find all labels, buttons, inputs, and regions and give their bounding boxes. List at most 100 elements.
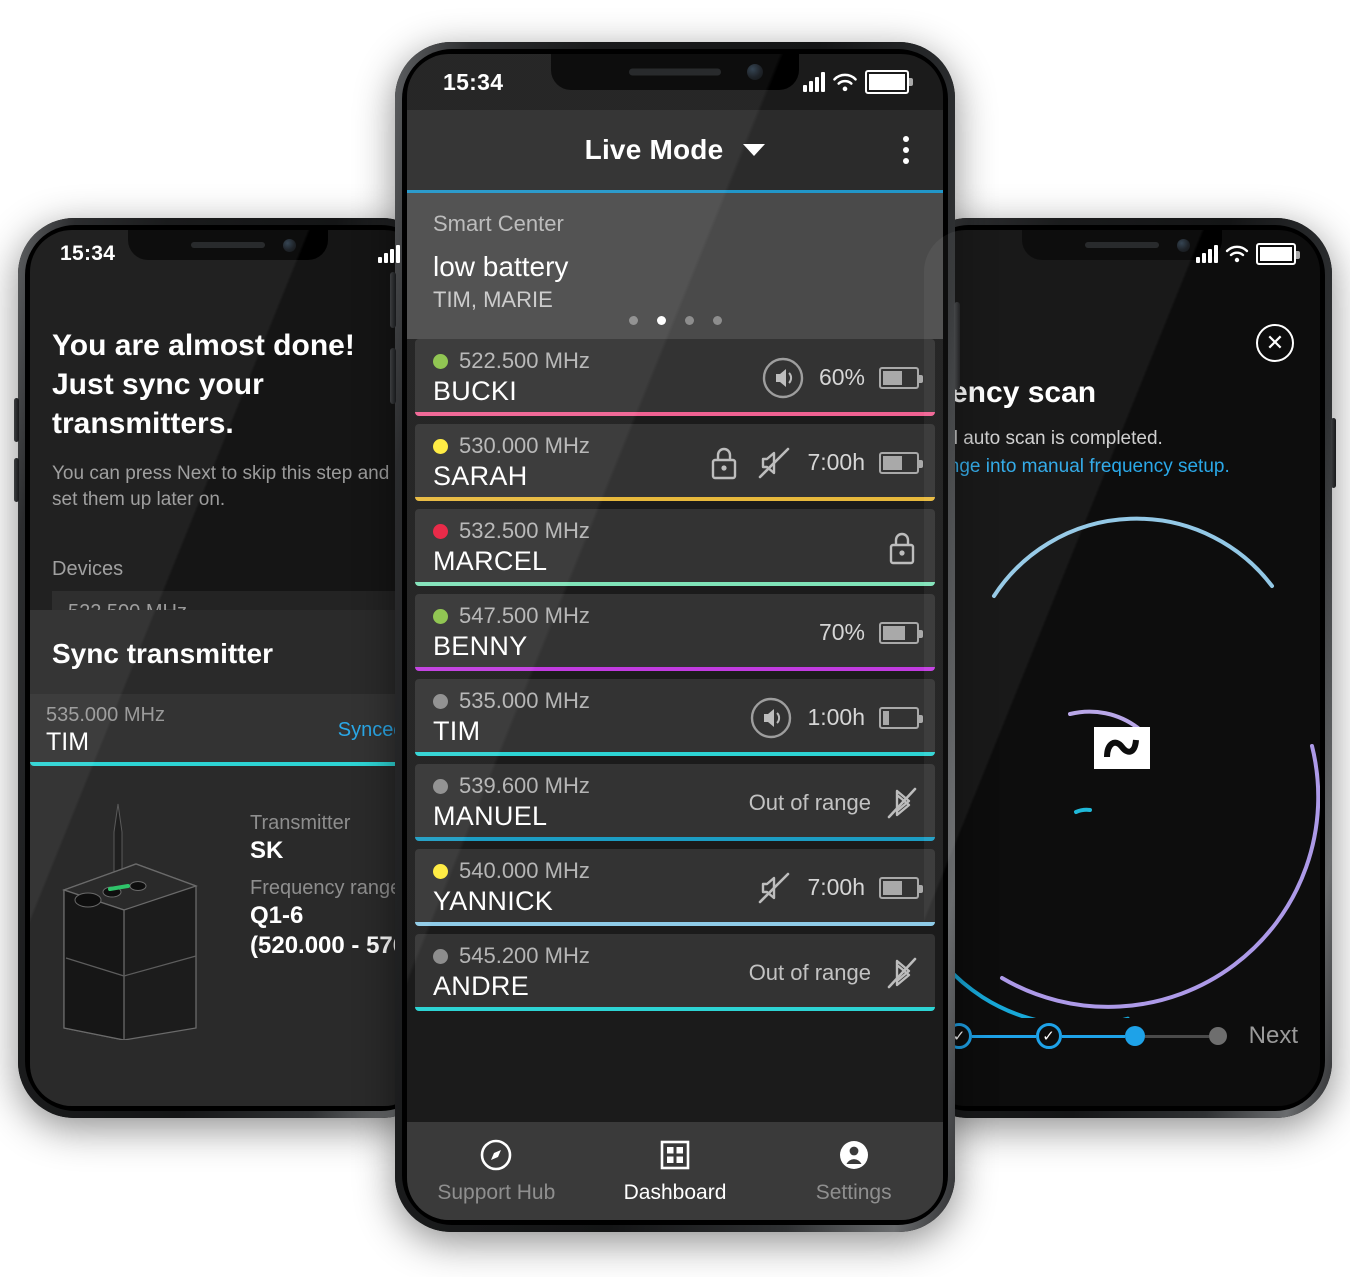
device-color-bar (415, 752, 935, 756)
page-title[interactable]: Live Mode (585, 134, 724, 166)
grid-icon (660, 1140, 690, 1169)
step-node-4[interactable] (1208, 1027, 1227, 1045)
device-row[interactable]: 535.000 MHz TIM 1:00h (415, 679, 935, 756)
device-color-bar (415, 582, 935, 586)
manual-setup-link[interactable]: also change into manual frequency setup. (924, 456, 1230, 478)
speaker-on-icon[interactable] (761, 356, 805, 400)
device-frequency: 522.500 MHz (459, 348, 590, 373)
smart-center-label: Smart Center (433, 211, 564, 236)
volume-down-button[interactable] (390, 348, 396, 404)
page-dot-active[interactable] (656, 316, 666, 325)
sheet-device-row[interactable]: 535.000 MHz TIM Synced! (30, 694, 426, 766)
smart-center-card[interactable]: Smart Center low battery TIM, MARIE (407, 193, 943, 339)
device-frequency-line: 532.500 MHz (433, 518, 590, 544)
device-info: 540.000 MHz YANNICK (433, 858, 590, 917)
volume-up-button[interactable] (390, 272, 396, 328)
next-button[interactable]: Next (1249, 1022, 1298, 1050)
device-row[interactable]: 532.500 MHz MARCEL (415, 509, 935, 586)
power-button[interactable] (1331, 418, 1336, 488)
step-connector-2 (1061, 1034, 1126, 1038)
device-controls: Out of range (749, 783, 919, 823)
status-bar: 15:34 (30, 230, 426, 278)
sheet-title: Sync transmitter (52, 638, 273, 669)
bottom-tab-bar[interactable]: Support Hub Dashboard Settings (407, 1122, 943, 1220)
volume-up-button[interactable] (14, 398, 19, 442)
carousel-page-dots[interactable] (407, 316, 943, 325)
device-name: BUCKI (433, 376, 518, 406)
device-row[interactable]: 539.600 MHz MANUEL Out of range (415, 764, 935, 841)
device-frequency: 539.600 MHz (459, 773, 590, 798)
device-status-text: Out of range (748, 789, 871, 815)
battery-icon (879, 706, 923, 729)
tab-support-hub[interactable]: Support Hub (407, 1138, 586, 1205)
scan-instruction: wait until auto scan is completed. (924, 428, 1163, 449)
step-connector-3 (1145, 1034, 1209, 1038)
page-dot[interactable] (628, 316, 638, 325)
device-row[interactable]: 547.500 MHz BENNY 70% (415, 594, 935, 671)
center-phone: 15:34 Live Mode Smart Center low battery… (390, 42, 960, 1232)
device-row[interactable]: 522.500 MHz BUCKI 60% (415, 339, 935, 416)
device-status-led (433, 863, 448, 879)
device-info: 535.000 MHz TIM (433, 688, 590, 747)
device-frequency-line: 547.500 MHz (433, 603, 590, 629)
status-indicators (803, 70, 913, 94)
device-frequency: 532.500 MHz (459, 518, 590, 543)
bluetooth-off-icon (887, 787, 917, 818)
device-list[interactable]: 522.500 MHz BUCKI 60% 530.000 MHz SARAH 7:0… (407, 339, 943, 1122)
device-name: YANNICK (433, 886, 554, 916)
bluetooth-off-icon (887, 957, 917, 988)
device-color-bar (415, 497, 935, 501)
setup-progress-stepper: Next (924, 1012, 1320, 1060)
device-frequency-line: 545.200 MHz (433, 943, 590, 969)
tab-label: Dashboard (623, 1180, 727, 1204)
account-icon (839, 1140, 868, 1169)
step-node-2[interactable] (1035, 1023, 1062, 1049)
device-color-bar (415, 412, 935, 416)
device-controls: 7:00h (755, 869, 923, 907)
compass-icon (481, 1139, 512, 1170)
lock-icon[interactable] (885, 530, 919, 566)
cellular-signal-icon (803, 72, 825, 92)
device-status-led (433, 438, 448, 454)
status-bar: 15:34 (407, 54, 943, 110)
kebab-menu-icon[interactable] (903, 136, 909, 164)
battery-icon (879, 366, 923, 389)
step-node-3[interactable] (1125, 1026, 1146, 1046)
device-row[interactable]: 530.000 MHz SARAH 7:00h (415, 424, 935, 501)
device-info: 535.000 MHz TIM (46, 704, 165, 757)
device-name: MANUEL (433, 801, 548, 831)
chevron-down-icon[interactable] (743, 144, 766, 156)
device-info: 530.000 MHz SARAH (433, 433, 590, 492)
speaker-muted-icon[interactable] (755, 869, 793, 907)
battery-icon (879, 451, 923, 474)
device-status-led (433, 778, 448, 794)
device-color-bar (415, 667, 935, 671)
page-title-line2: Just sync your transmitters. (52, 368, 264, 440)
volume-down-button[interactable] (14, 458, 19, 502)
lock-icon[interactable] (707, 445, 741, 481)
speaker-on-icon[interactable] (749, 696, 793, 740)
device-status-led (433, 353, 448, 369)
tab-settings[interactable]: Settings (764, 1138, 943, 1205)
device-status-led (433, 948, 448, 964)
device-row[interactable]: 545.200 MHz ANDRE Out of range (415, 934, 935, 1011)
device-frequency: 547.500 MHz (459, 603, 590, 628)
right-phone-screen: ✕ frequency scan wait until auto scan is… (924, 230, 1320, 1106)
close-icon[interactable]: ✕ (1256, 324, 1294, 362)
speaker-muted-icon[interactable] (755, 444, 793, 482)
page-dot[interactable] (684, 316, 694, 325)
device-row[interactable]: 540.000 MHz YANNICK 7:00h (415, 849, 935, 926)
page-dot[interactable] (712, 316, 722, 325)
device-frequency-line: 540.000 MHz (433, 858, 590, 884)
cellular-signal-icon (378, 245, 400, 263)
transmitter-details: Transmitter SK Frequency range: Q1-6 (52… (30, 790, 426, 1041)
device-status-led (433, 523, 448, 539)
device-name: BENNY (433, 631, 528, 661)
status-time: 15:34 (443, 68, 504, 95)
device-frequency: 535.000 MHz (459, 688, 590, 713)
power-button[interactable] (954, 302, 960, 390)
device-controls (885, 530, 919, 566)
smart-center-subtitle: TIM, MARIE (433, 287, 553, 312)
page-title: frequency scan (924, 376, 1097, 409)
tab-dashboard[interactable]: Dashboard (586, 1138, 765, 1205)
